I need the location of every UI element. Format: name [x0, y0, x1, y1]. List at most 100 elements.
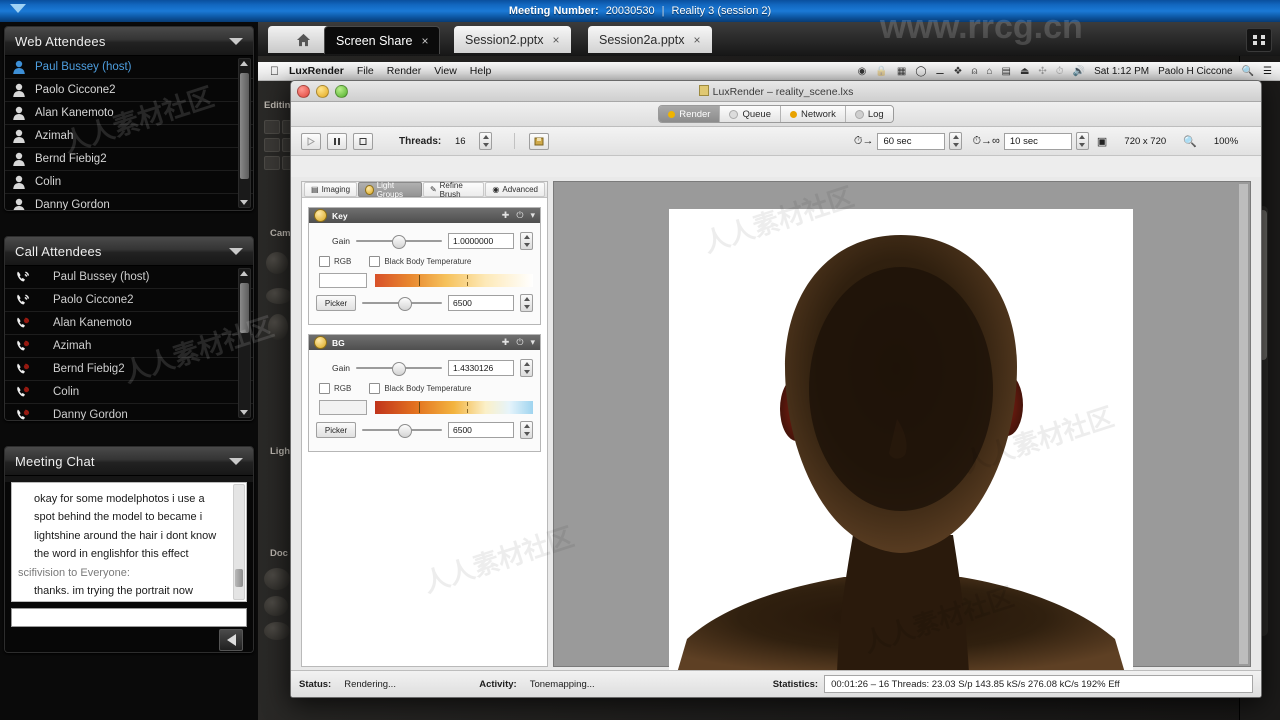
- bluetooth-icon[interactable]: ✣: [1038, 66, 1046, 77]
- eyedropper-icon[interactable]: ⚊: [936, 66, 945, 77]
- gain-stepper[interactable]: [520, 359, 533, 377]
- magnifier-icon[interactable]: 🔍: [1183, 135, 1197, 148]
- write-interval-stepper[interactable]: [949, 132, 963, 150]
- scroll-thumb[interactable]: [240, 283, 249, 333]
- apple-icon[interactable]: : [270, 64, 279, 78]
- web-attendees-scrollbar[interactable]: [238, 58, 251, 208]
- resolution-value[interactable]: 720 x 720: [1111, 133, 1179, 150]
- refresh-interval-value[interactable]: 10 sec: [1003, 132, 1072, 150]
- scroll-up-icon[interactable]: [240, 271, 248, 276]
- tab-session2a[interactable]: Session2a.pptx ×: [588, 26, 712, 53]
- battery-icon[interactable]: ▤: [1002, 66, 1011, 77]
- picker-button[interactable]: Picker: [316, 422, 356, 438]
- web-attendee-row[interactable]: Bernd Fiebig2: [5, 148, 253, 171]
- add-icon[interactable]: ✚: [502, 210, 510, 221]
- scroll-down-icon[interactable]: [240, 200, 248, 205]
- luxrender-titlebar[interactable]: LuxRender – reality_scene.lxs: [291, 81, 1261, 102]
- bg-tool-chip[interactable]: [264, 120, 280, 134]
- power-icon[interactable]: ⏻: [516, 337, 523, 348]
- temperature-gradient[interactable]: [375, 274, 533, 287]
- web-attendee-row[interactable]: Azimah: [5, 125, 253, 148]
- web-attendee-row[interactable]: Danny Gordon: [5, 194, 253, 210]
- temperature-slider[interactable]: [362, 423, 442, 438]
- temperature-slider[interactable]: [362, 296, 442, 311]
- web-attendee-row[interactable]: Alan Kanemoto: [5, 102, 253, 125]
- lock-icon[interactable]: 🔒: [875, 66, 887, 77]
- tab-queue[interactable]: Queue: [720, 106, 781, 122]
- menu-help[interactable]: Help: [470, 65, 492, 77]
- temperature-stepper[interactable]: [520, 294, 533, 312]
- bg-tool-chip[interactable]: [264, 138, 280, 152]
- light-group-header[interactable]: BG ✚ ⏻ ▾: [309, 335, 540, 350]
- tab-refine-brush[interactable]: ✎ Refine Brush: [422, 181, 485, 199]
- web-attendees-list[interactable]: Paul Bussey (host) Paolo Ciccone2 Alan Kan…: [5, 56, 253, 210]
- menu-icon[interactable]: ▾: [530, 210, 535, 221]
- tab-light-groups[interactable]: Light Groups: [358, 181, 422, 199]
- timemachine2-icon[interactable]: ⏱: [1056, 66, 1064, 77]
- gain-value[interactable]: 1.0000000: [448, 233, 514, 249]
- close-icon[interactable]: ×: [421, 34, 428, 48]
- tab-advanced[interactable]: ◉ Advanced: [485, 182, 545, 197]
- home-icon[interactable]: ⌂: [986, 66, 992, 77]
- scroll-thumb[interactable]: [240, 73, 249, 179]
- eject-icon[interactable]: ⏏: [1020, 66, 1029, 77]
- slider-knob[interactable]: [398, 424, 413, 438]
- list-icon[interactable]: ☰: [1263, 66, 1272, 77]
- rgb-checkbox[interactable]: [319, 256, 330, 267]
- save-image-icon[interactable]: [529, 132, 550, 150]
- gain-slider[interactable]: [356, 234, 442, 249]
- bg-orb[interactable]: [264, 596, 288, 616]
- fullscreen-icon[interactable]: [1246, 28, 1272, 52]
- dropbox-icon[interactable]: ❖: [953, 66, 962, 77]
- render-viewport[interactable]: [553, 181, 1251, 673]
- menu-user[interactable]: Paolo H Ciccone: [1158, 66, 1232, 77]
- menu-app-name[interactable]: LuxRender: [289, 65, 344, 77]
- light-group-header[interactable]: Key ✚ ⏻ ▾: [309, 208, 540, 223]
- slider-knob[interactable]: [392, 235, 407, 249]
- flux-icon[interactable]: ⍝: [971, 66, 977, 77]
- tab-segment-control[interactable]: Render Queue Network Log: [658, 105, 894, 123]
- chat-input[interactable]: [11, 608, 247, 627]
- keyboard-icon[interactable]: ▦: [897, 66, 906, 77]
- tab-imaging[interactable]: ▤ Imaging: [304, 182, 358, 197]
- bg-orb[interactable]: [266, 252, 288, 274]
- call-attendees-header[interactable]: Call Attendees: [5, 237, 253, 266]
- write-interval-value[interactable]: 60 sec: [877, 132, 946, 150]
- slider-knob[interactable]: [392, 362, 407, 376]
- rgb-checkbox[interactable]: [319, 383, 330, 394]
- color-swatch[interactable]: [319, 400, 367, 415]
- caret-down-icon[interactable]: [229, 37, 243, 45]
- web-attendee-row[interactable]: Paul Bussey (host): [5, 56, 253, 79]
- mac-menu-bar[interactable]:  LuxRender File Render View Help ◉ 🔒 ▦ …: [258, 62, 1280, 81]
- close-icon[interactable]: ×: [553, 33, 560, 47]
- call-attendees-scrollbar[interactable]: [238, 268, 251, 418]
- web-attendee-row[interactable]: Colin: [5, 171, 253, 194]
- slider-knob[interactable]: [398, 297, 413, 311]
- clock-icon[interactable]: ◯: [915, 66, 926, 77]
- scroll-thumb[interactable]: [235, 569, 243, 587]
- pause-icon[interactable]: [327, 132, 347, 150]
- meeting-chat-header[interactable]: Meeting Chat: [5, 447, 253, 476]
- call-attendees-list[interactable]: Paul Bussey (host) Paolo Ciccone2 Alan Kan…: [5, 266, 253, 420]
- volume-icon[interactable]: 🔊: [1073, 66, 1085, 77]
- tab-network[interactable]: Network: [781, 106, 846, 122]
- bg-orb[interactable]: [264, 622, 290, 640]
- chat-transcript[interactable]: okay for some modelphotos i use a spot be…: [11, 482, 247, 602]
- timemachine-icon[interactable]: ◉: [858, 66, 867, 77]
- render-scrollbar[interactable]: [1239, 184, 1248, 664]
- close-icon[interactable]: ×: [693, 33, 700, 47]
- call-attendee-row[interactable]: Bernd Fiebig2: [5, 358, 253, 381]
- bbt-checkbox[interactable]: [369, 383, 381, 394]
- call-attendee-row[interactable]: Paolo Ciccone2: [5, 289, 253, 312]
- search-icon[interactable]: 🔍: [1242, 66, 1254, 77]
- call-attendee-row[interactable]: Alan Kanemoto: [5, 312, 253, 335]
- threads-value[interactable]: 16: [441, 133, 479, 150]
- color-swatch[interactable]: [319, 273, 367, 288]
- zoom-value[interactable]: 100%: [1201, 133, 1251, 150]
- tab-session2[interactable]: Session2.pptx ×: [454, 26, 571, 53]
- tab-render[interactable]: Render: [659, 106, 721, 122]
- play-icon[interactable]: [301, 132, 321, 150]
- gain-stepper[interactable]: [520, 232, 533, 250]
- menu-view[interactable]: View: [434, 65, 457, 77]
- send-arrow-icon[interactable]: [219, 629, 243, 651]
